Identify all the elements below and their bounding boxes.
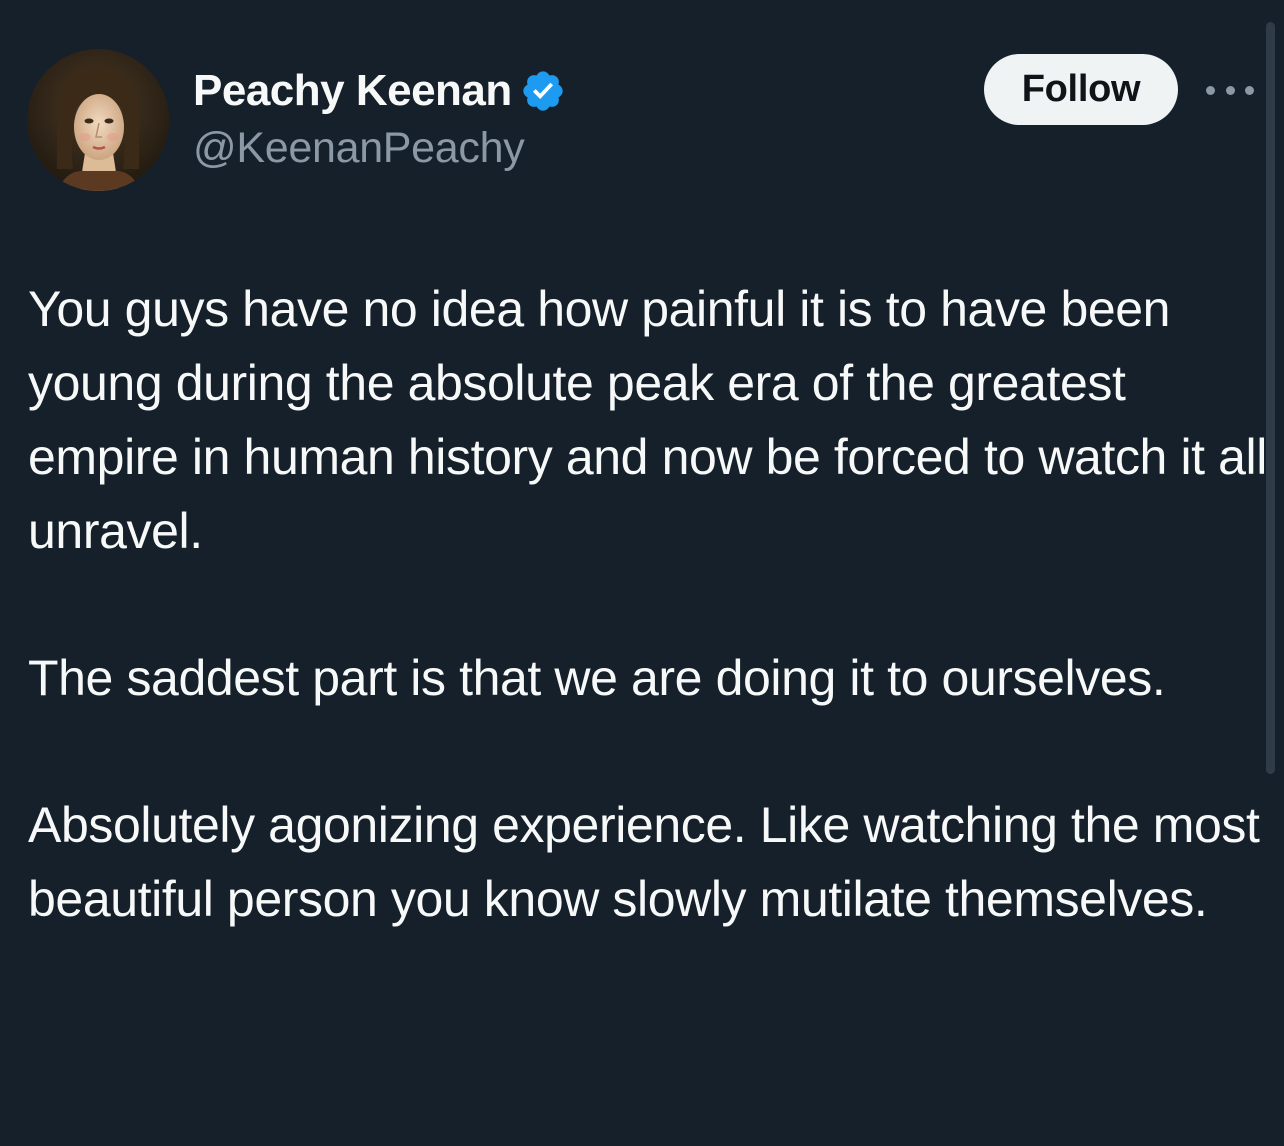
- portrait-image: [27, 49, 169, 191]
- follow-button[interactable]: Follow: [984, 54, 1178, 125]
- tweet-paragraph: The saddest part is that we are doing it…: [28, 650, 1166, 706]
- verified-badge-icon[interactable]: [520, 68, 566, 114]
- scrollbar[interactable]: [1266, 22, 1275, 774]
- author-display-name[interactable]: Peachy Keenan: [193, 66, 512, 116]
- more-dot: [1206, 85, 1215, 95]
- more-horizontal-icon[interactable]: [1206, 80, 1254, 100]
- author-name-row: Peachy Keenan: [193, 66, 566, 116]
- author-handle[interactable]: @KeenanPeachy: [193, 124, 525, 173]
- more-dot: [1245, 85, 1254, 95]
- avatar[interactable]: [27, 49, 169, 191]
- tweet-paragraph: Absolutely agonizing experience. Like wa…: [28, 797, 1260, 927]
- more-dot: [1225, 85, 1235, 95]
- tweet-card: Peachy Keenan @KeenanPeachy Follow You g…: [0, 0, 1284, 1146]
- tweet-paragraph: You guys have no idea how painful it is …: [28, 281, 1267, 559]
- tweet-text: You guys have no idea how painful it is …: [28, 272, 1268, 936]
